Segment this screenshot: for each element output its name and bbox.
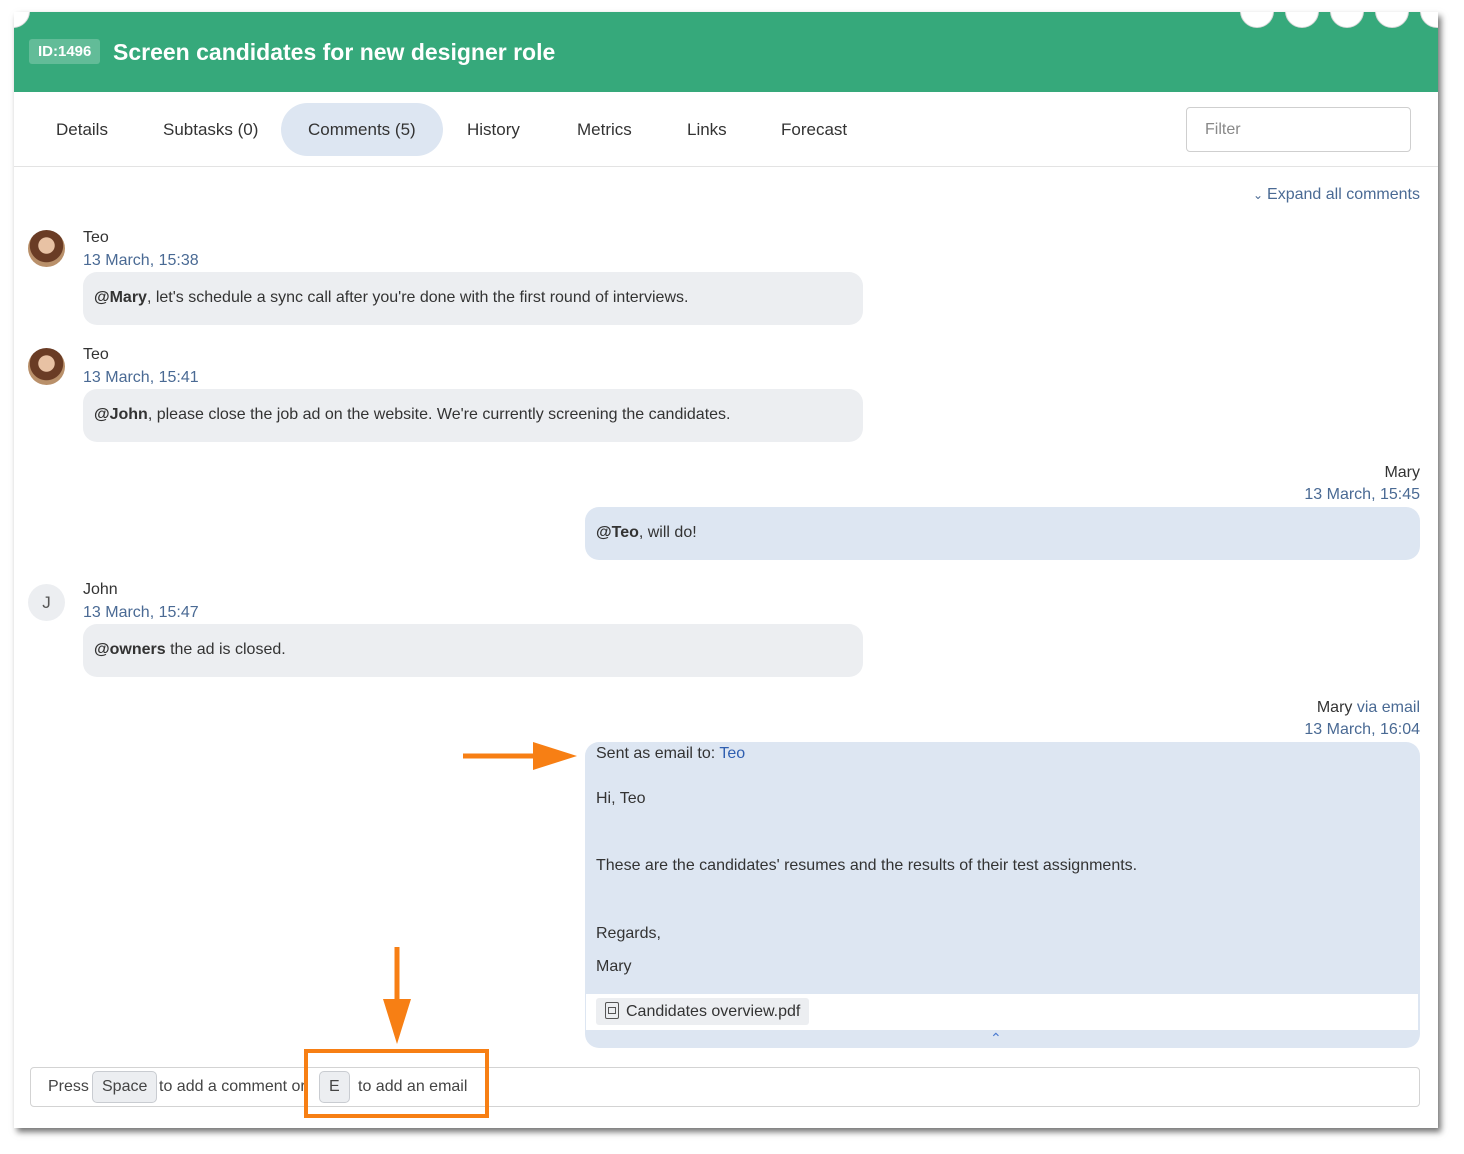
comment-date: 13 March, 15:45 (1304, 486, 1420, 503)
avatar (28, 230, 65, 267)
tab-history[interactable]: History (440, 103, 547, 156)
comment-bubble: @John, please close the job ad on the we… (83, 389, 863, 442)
expand-all-comments-link[interactable]: ⌄ Expand all comments (1253, 186, 1420, 204)
tab-bar: Details Subtasks (0) Comments (5) Histor… (14, 92, 1438, 167)
tab-links[interactable]: Links (660, 103, 754, 156)
comment-author: John (83, 581, 118, 598)
comment-date: 13 March, 16:04 (1304, 721, 1420, 738)
comment-date: 13 March, 15:41 (83, 369, 199, 386)
print-icon[interactable] (1285, 12, 1319, 28)
annotation-arrow-down-icon (383, 947, 411, 1044)
attachment-chip[interactable]: Candidates overview.pdf (596, 998, 810, 1025)
comment-composer[interactable]: Press Space to add a comment or E to add… (30, 1067, 1420, 1107)
clock-icon[interactable] (1240, 12, 1274, 28)
avatar: J (28, 584, 65, 621)
tab-comments[interactable]: Comments (5) (281, 103, 443, 156)
chevron-up-icon[interactable]: ⌃ (990, 1030, 1002, 1047)
comment-text: @Mary, let's schedule a sync call after … (94, 289, 689, 306)
tab-forecast[interactable]: Forecast (754, 103, 874, 156)
tab-metrics[interactable]: Metrics (550, 103, 659, 156)
email-greeting: Hi, Teo (596, 790, 646, 807)
composer-press-label: Press (48, 1078, 89, 1095)
email-body: These are the candidates' resumes and th… (596, 857, 1138, 874)
task-title: Screen candidates for new designer role (113, 39, 556, 65)
annotation-highlight-box (304, 1049, 489, 1118)
attachment-name: Candidates overview.pdf (626, 1003, 801, 1020)
comment-author: Mary via email (1316, 699, 1420, 716)
task-window: ID:1496 Screen candidates for new design… (14, 12, 1438, 1128)
avatar (28, 348, 65, 385)
share-icon[interactable] (1330, 12, 1364, 28)
email-signature: Mary (596, 958, 632, 975)
mention[interactable]: @Mary (94, 289, 147, 306)
space-key-hint: Space (92, 1071, 158, 1103)
more-icon[interactable] (1420, 12, 1438, 28)
email-closing: Regards, (596, 925, 661, 942)
filter-input[interactable] (1186, 107, 1411, 152)
comment-date: 13 March, 15:47 (83, 604, 199, 621)
comment-bubble: @Teo, will do! (585, 507, 1420, 560)
sent-as-email-line: Sent as email to: Teo (596, 745, 746, 762)
comment-author: Teo (83, 229, 109, 246)
comment-bubble: @Mary, let's schedule a sync call after … (83, 272, 863, 325)
mention[interactable]: @John (94, 406, 148, 423)
plus-icon[interactable] (1375, 12, 1409, 28)
chevron-down-icon: ⌄ (1252, 188, 1264, 202)
mention[interactable]: @Teo (596, 524, 639, 541)
via-email-label: via email (1356, 699, 1420, 716)
comment-text: @Teo, will do! (596, 524, 697, 541)
tab-details[interactable]: Details (29, 103, 135, 156)
pdf-file-icon (605, 1002, 619, 1019)
comment-author: Mary (1384, 464, 1420, 481)
close-icon[interactable] (14, 12, 30, 28)
comment-date: 13 March, 15:38 (83, 252, 199, 269)
mention[interactable]: @owners (94, 641, 166, 658)
task-id-badge: ID:1496 (29, 39, 101, 64)
annotation-arrow-right-icon (463, 742, 577, 770)
comment-text: @John, please close the job ad on the we… (94, 406, 731, 423)
task-header: ID:1496 Screen candidates for new design… (14, 12, 1438, 92)
comment-text: @owners the ad is closed. (94, 641, 286, 658)
email-comment-bubble: Sent as email to: Teo Hi, Teo These are … (585, 742, 1420, 1048)
tab-subtasks[interactable]: Subtasks (0) (136, 103, 285, 156)
composer-mid-label: to add a comment or (159, 1078, 306, 1095)
attachments-area: Candidates overview.pdf (586, 994, 1418, 1030)
comment-bubble: @owners the ad is closed. (83, 624, 863, 677)
recipient-link[interactable]: Teo (719, 745, 745, 762)
comment-author: Teo (83, 346, 109, 363)
expand-all-label: Expand all comments (1267, 186, 1420, 203)
